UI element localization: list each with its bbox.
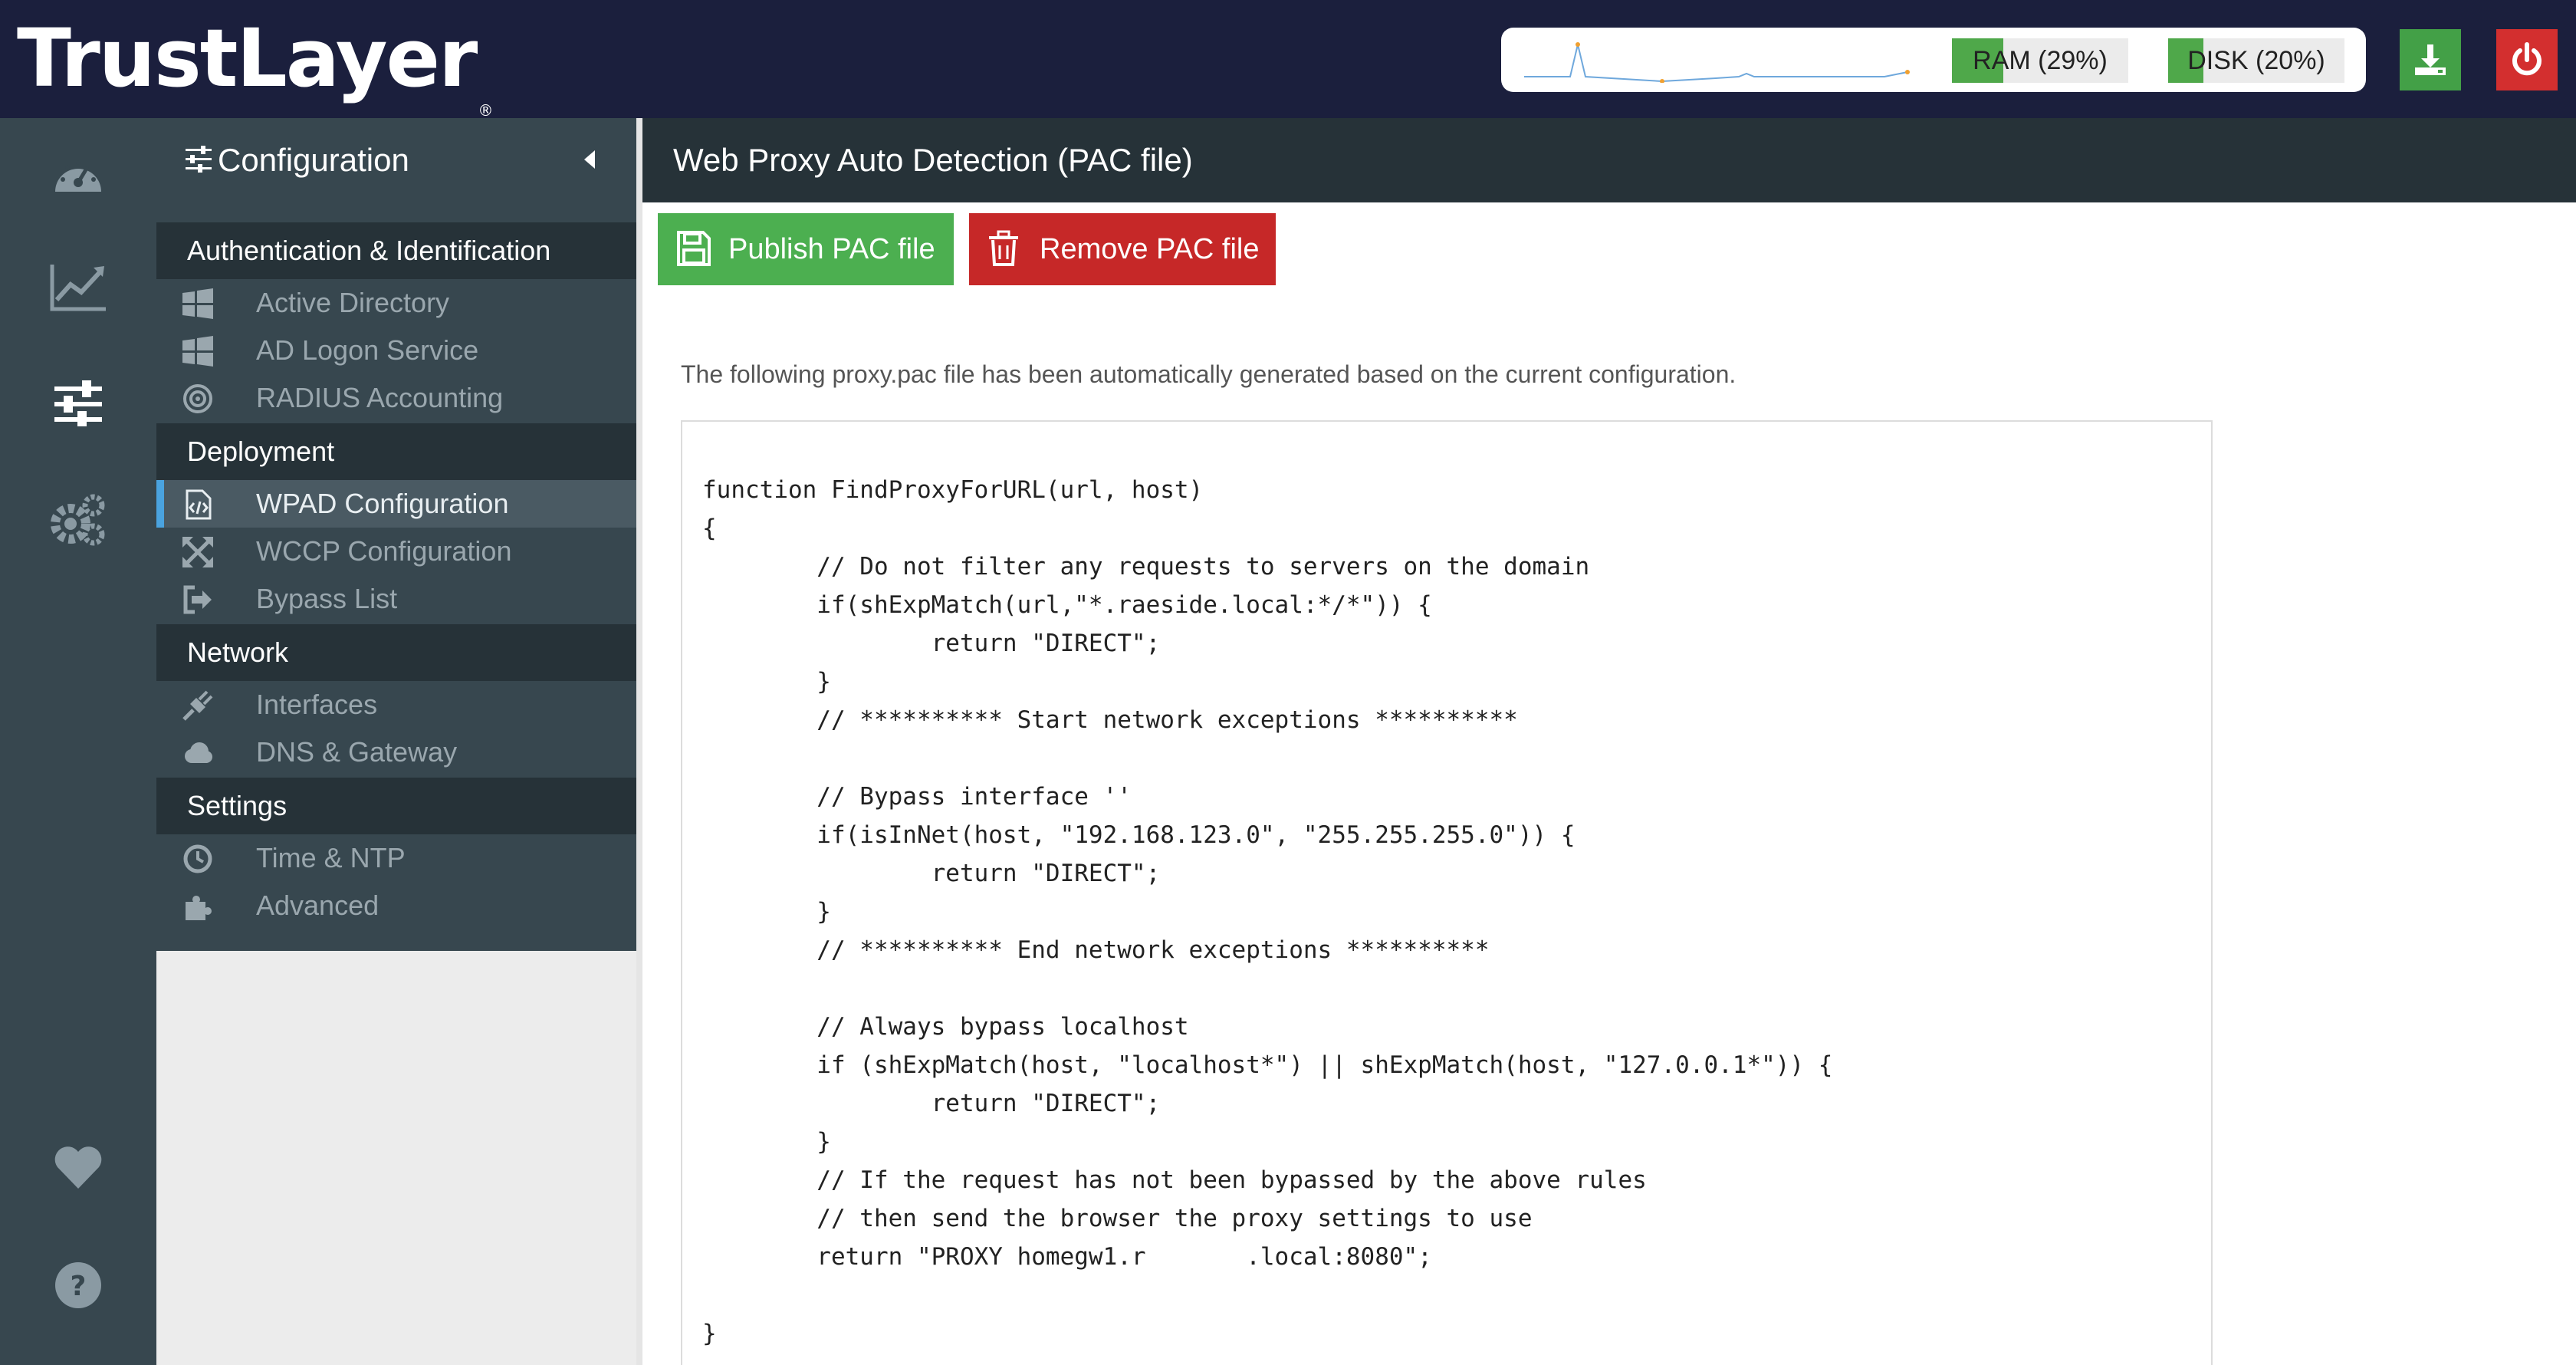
svg-text:?: ? bbox=[71, 1271, 87, 1302]
sidebar-header: Configuration bbox=[156, 118, 636, 202]
sidebar-title: Configuration bbox=[218, 142, 409, 178]
sidebar-item-active-directory[interactable]: Active Directory bbox=[156, 279, 636, 327]
target-icon bbox=[183, 384, 212, 413]
config-sidebar: Configuration Authentication & Identific… bbox=[156, 118, 636, 1365]
dashboard-icon[interactable] bbox=[48, 144, 109, 206]
sidebar-item-label: Bypass List bbox=[256, 583, 398, 614]
sidebar-item-label: Interfaces bbox=[256, 689, 378, 720]
section-network: Network bbox=[156, 624, 636, 681]
sidebar-item-label: Active Directory bbox=[256, 287, 450, 318]
plug-icon bbox=[182, 690, 213, 721]
sidebar-item-label: Time & NTP bbox=[256, 842, 406, 873]
pac-description: The following proxy.pac file has been au… bbox=[681, 360, 1737, 388]
config-menu: Configuration Authentication & Identific… bbox=[156, 118, 636, 951]
chart-icon[interactable] bbox=[48, 256, 109, 317]
sidebar-item-interfaces[interactable]: Interfaces bbox=[156, 681, 636, 729]
power-button[interactable] bbox=[2496, 29, 2558, 90]
collapse-icon[interactable] bbox=[583, 149, 596, 170]
puzzle-icon bbox=[186, 896, 212, 920]
code-file-icon bbox=[186, 489, 212, 520]
sign-out-icon bbox=[183, 585, 212, 614]
download-icon bbox=[2415, 44, 2446, 75]
sliders-small-icon bbox=[186, 146, 212, 173]
cloud-icon bbox=[185, 742, 212, 763]
sliders-icon[interactable] bbox=[48, 373, 109, 434]
sidebar-item-bypass-list[interactable]: Bypass List bbox=[156, 575, 636, 623]
page-header: Web Proxy Auto Detection (PAC file) bbox=[642, 118, 2576, 202]
help-icon[interactable]: ? bbox=[48, 1255, 109, 1316]
ram-label: RAM (29%) bbox=[1973, 46, 2108, 75]
remove-pac-button[interactable]: Remove PAC file bbox=[969, 213, 1276, 285]
cpu-sparkline bbox=[1524, 42, 1910, 83]
gears-icon[interactable] bbox=[48, 489, 109, 551]
sidebar-item-wpad-configuration[interactable]: WPAD Configuration bbox=[156, 480, 636, 528]
pac-code-box[interactable]: function FindProxyForURL(url, host) { //… bbox=[681, 420, 2213, 1365]
section-label: Network bbox=[187, 636, 289, 668]
section-settings: Settings bbox=[156, 778, 636, 834]
logo-trademark: ® bbox=[478, 101, 493, 120]
ram-gauge: RAM (29%) bbox=[1952, 38, 2128, 83]
panel-splitter[interactable] bbox=[636, 118, 642, 1365]
sidebar-item-label: WPAD Configuration bbox=[256, 488, 509, 519]
sidebar-item-time-ntp[interactable]: Time & NTP bbox=[156, 834, 636, 882]
page-title: Web Proxy Auto Detection (PAC file) bbox=[673, 142, 1193, 178]
top-bar: TrustLayer® RAM (29%) DISK (20%) bbox=[0, 0, 2576, 120]
system-monitor: RAM (29%) DISK (20%) bbox=[1501, 28, 2366, 92]
windows-icon bbox=[182, 336, 213, 367]
disk-label: DISK (20%) bbox=[2187, 46, 2325, 75]
clock-icon bbox=[183, 844, 212, 873]
power-icon bbox=[2512, 42, 2542, 76]
sidebar-item-radius-accounting[interactable]: RADIUS Accounting bbox=[156, 374, 636, 422]
sidebar-item-ad-logon-service[interactable]: AD Logon Service bbox=[156, 327, 636, 374]
disk-gauge: DISK (20%) bbox=[2168, 38, 2344, 83]
sidebar-item-label: AD Logon Service bbox=[256, 334, 479, 366]
sidebar-item-advanced[interactable]: Advanced bbox=[156, 882, 636, 929]
download-button[interactable] bbox=[2400, 29, 2461, 90]
section-label: Settings bbox=[187, 790, 288, 821]
sidebar-item-label: RADIUS Accounting bbox=[256, 382, 504, 413]
sidebar-item-label: WCCP Configuration bbox=[256, 535, 512, 567]
arrows-icon bbox=[182, 537, 213, 567]
section-authentication: Authentication & Identification bbox=[156, 222, 636, 279]
sidebar-item-wccp-configuration[interactable]: WCCP Configuration bbox=[156, 528, 636, 575]
pac-code: function FindProxyForURL(url, host) { //… bbox=[702, 476, 1833, 1347]
save-icon bbox=[677, 231, 711, 266]
publish-label: Publish PAC file bbox=[728, 233, 935, 265]
section-label: Authentication & Identification bbox=[187, 235, 551, 266]
publish-pac-button[interactable]: Publish PAC file bbox=[658, 213, 954, 285]
heart-icon[interactable] bbox=[48, 1136, 109, 1198]
sidebar-item-label: Advanced bbox=[256, 890, 380, 921]
section-deployment: Deployment bbox=[156, 423, 636, 480]
icon-rail: ? bbox=[0, 118, 156, 1365]
logo-text: TrustLayer bbox=[17, 12, 478, 105]
remove-label: Remove PAC file bbox=[1040, 233, 1260, 265]
trash-icon bbox=[989, 230, 1018, 266]
windows-icon bbox=[182, 288, 213, 319]
sidebar-item-dns-gateway[interactable]: DNS & Gateway bbox=[156, 729, 636, 776]
section-label: Deployment bbox=[187, 436, 335, 467]
sidebar-item-label: DNS & Gateway bbox=[256, 736, 458, 768]
app-logo[interactable]: TrustLayer® bbox=[17, 9, 493, 120]
